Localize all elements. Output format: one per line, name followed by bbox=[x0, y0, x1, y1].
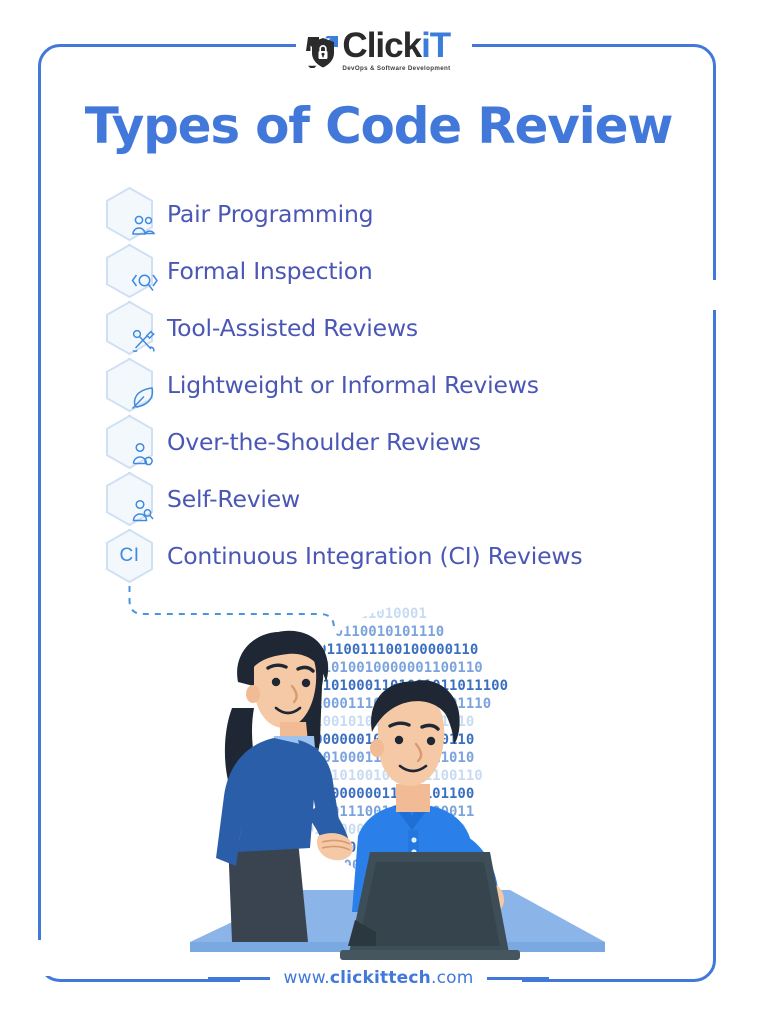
footer-rule-right bbox=[487, 976, 550, 980]
list-item[interactable]: Formal Inspection bbox=[104, 242, 704, 299]
review-types-list: Pair Programming Formal Inspection Tool-… bbox=[104, 185, 704, 584]
ci-icon-label: CI bbox=[119, 544, 140, 566]
logo-wordmark: ClickiT bbox=[342, 26, 451, 65]
list-item-label: Tool-Assisted Reviews bbox=[167, 313, 418, 342]
logo-tagline: DevOps & Software Development bbox=[342, 65, 451, 72]
list-item-label: Lightweight or Informal Reviews bbox=[167, 370, 539, 399]
footer-url-brand: clickittech bbox=[329, 968, 431, 988]
list-item-label: Formal Inspection bbox=[167, 256, 373, 285]
person-over-shoulder-icon bbox=[104, 414, 155, 470]
footer-website-url[interactable]: www.clickittech.com bbox=[284, 968, 474, 988]
page-title: Types of Code Review bbox=[84, 97, 674, 155]
two-developers-at-laptop-illustration: 0100000011010001 1101000110010101110 011… bbox=[190, 606, 605, 960]
list-item[interactable]: Self-Review bbox=[104, 470, 704, 527]
footer: www.clickittech.com bbox=[0, 968, 757, 988]
person-magnifier-icon bbox=[104, 471, 155, 527]
list-item[interactable]: CI Continuous Integration (CI) Reviews bbox=[104, 527, 704, 584]
wrench-screwdriver-icon bbox=[104, 300, 155, 356]
list-item-label: Over-the-Shoulder Reviews bbox=[167, 427, 481, 456]
list-item[interactable]: Pair Programming bbox=[104, 185, 704, 242]
list-item-label: Continuous Integration (CI) Reviews bbox=[167, 541, 583, 570]
list-item-label: Pair Programming bbox=[167, 199, 374, 228]
list-item-label: Self-Review bbox=[167, 484, 301, 513]
footer-url-prefix: www. bbox=[283, 968, 330, 988]
magnifier-brackets-icon bbox=[104, 243, 158, 299]
list-item[interactable]: Over-the-Shoulder Reviews bbox=[104, 413, 704, 470]
feather-pen-icon bbox=[104, 357, 155, 413]
ci-text-icon: CI bbox=[104, 528, 155, 584]
svg-text:0100000011010001: 0100000011010001 bbox=[292, 606, 427, 622]
footer-url-suffix: .com bbox=[430, 968, 474, 988]
logo-word-plain: Click bbox=[342, 26, 422, 65]
list-item[interactable]: Lightweight or Informal Reviews bbox=[104, 356, 704, 413]
frame-notch-right bbox=[706, 280, 728, 310]
logo-word-accent: iT bbox=[421, 26, 451, 65]
list-item[interactable]: Tool-Assisted Reviews bbox=[104, 299, 704, 356]
shield-lock-arrows-icon bbox=[306, 32, 340, 70]
footer-rule-left bbox=[207, 976, 270, 980]
brand-logo: ClickiT DevOps & Software Development bbox=[0, 28, 757, 72]
infographic-poster: ClickiT DevOps & Software Development Ty… bbox=[0, 0, 757, 1024]
people-group-icon bbox=[104, 186, 155, 242]
